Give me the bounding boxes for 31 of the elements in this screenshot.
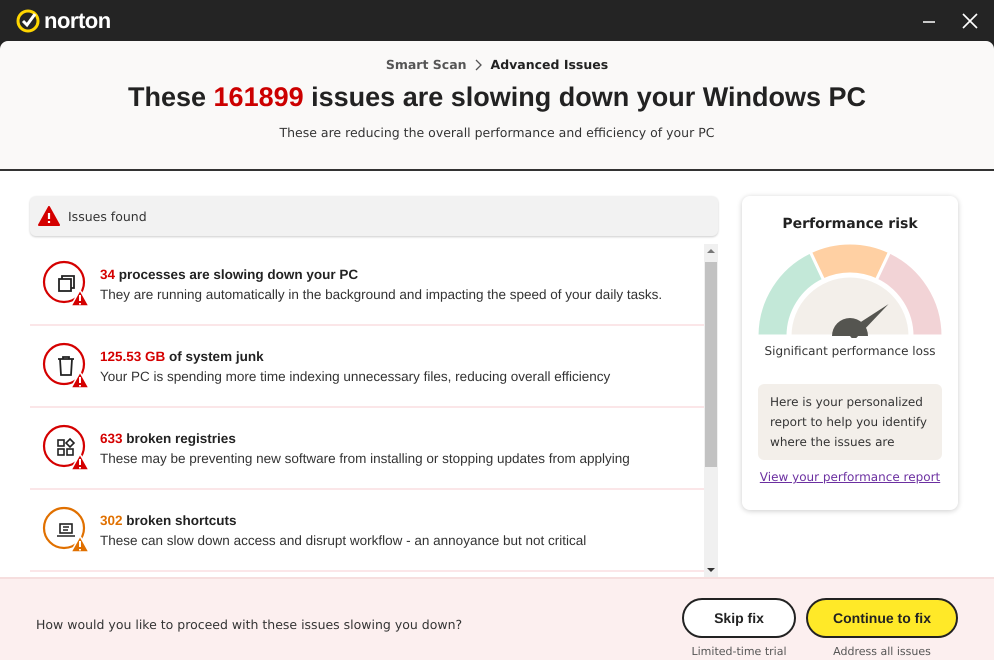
breadcrumb-current: Advanced Issues — [490, 57, 608, 72]
close-icon[interactable] — [962, 12, 978, 28]
risk-status: Significant performance loss — [764, 344, 936, 358]
gauge-needle — [832, 304, 888, 338]
skip-button[interactable]: Skip fix — [682, 598, 796, 638]
logo-icon — [16, 8, 40, 32]
issue-description: These may be preventing new software from installing or stopping updates from applying — [100, 450, 630, 466]
report-note: Here is your personalized report to help you identify where the issues are — [758, 384, 942, 460]
breadcrumb-link[interactable]: Smart Scan — [386, 57, 467, 72]
scroll-down-icon[interactable] — [707, 567, 715, 573]
issue-title: 633 broken registries — [100, 430, 237, 446]
issue-title: 34 processes are slowing down your PC — [100, 266, 360, 282]
warning-icon — [38, 206, 60, 226]
issue-description: Your PC is spending more time indexing unnecessary files, reducing overall efficiency — [100, 368, 610, 384]
scrollbar[interactable] — [704, 244, 718, 577]
report-link[interactable]: View your performance report — [760, 470, 940, 484]
issues-header-label: Issues found — [68, 208, 147, 224]
button-caption: Address all issues — [833, 644, 931, 658]
issue-title: 302 broken shortcuts — [100, 512, 238, 528]
card-title: Performance risk — [782, 216, 918, 232]
scroll-up-icon[interactable] — [707, 248, 715, 254]
footer-question: How would you like to proceed with these issues slowing you down? — [36, 617, 462, 632]
continue-button[interactable]: Continue to fix — [806, 598, 958, 638]
button-caption: Limited-time trial — [691, 644, 787, 658]
page-headline: These 161899 issues are slowing down your Windows PC — [128, 82, 866, 113]
issue-description: These can slow down access and disrupt workflow - an annoyance but not critical — [100, 532, 586, 548]
brand-name: norton — [44, 8, 111, 34]
chevron-icon — [474, 58, 483, 70]
issue-title: 125.53 GB of system junk — [100, 348, 265, 364]
issue-description: They are running automatically in the background and impacting the speed of your daily tasks. — [100, 286, 662, 302]
page-subtitle: These are reducing the overall performance and efficiency of your PC — [279, 125, 714, 140]
